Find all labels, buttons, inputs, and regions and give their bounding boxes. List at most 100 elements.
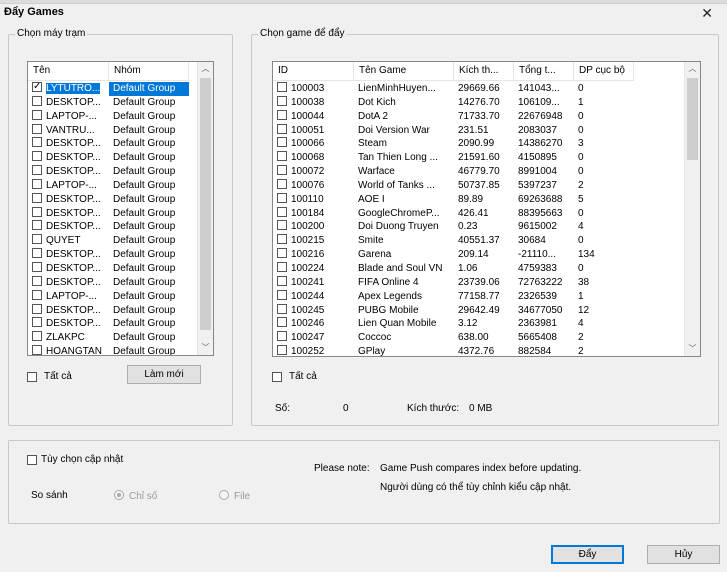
- column-header-local-dp[interactable]: DP cục bộ: [574, 62, 634, 81]
- stations-list[interactable]: Tên Nhóm LYTUTRO...Default GroupDESKTOP.…: [27, 61, 214, 356]
- checkbox-icon[interactable]: [32, 137, 42, 148]
- station-row[interactable]: DESKTOP... Default Group: [28, 275, 189, 290]
- column-header-id[interactable]: ID: [273, 62, 354, 81]
- checkbox-icon[interactable]: [32, 275, 42, 286]
- station-row[interactable]: DESKTOP... Default Group: [28, 248, 189, 262]
- close-icon[interactable]: ✕: [701, 5, 713, 22]
- checkbox-icon[interactable]: [32, 151, 42, 162]
- game-row[interactable]: 100038 Dot Kich 14276.70 106109... 1: [273, 95, 634, 110]
- game-row[interactable]: 100184 GoogleChromeP... 426.41 88395663 0: [273, 206, 634, 221]
- scroll-down-icon[interactable]: ﹀: [685, 342, 700, 356]
- checkbox-icon[interactable]: [277, 289, 287, 300]
- game-row[interactable]: 100224 Blade and Soul VN 1.06 4759383 0: [273, 261, 634, 276]
- checkbox-icon[interactable]: [277, 234, 287, 245]
- checkbox-icon[interactable]: [32, 123, 42, 134]
- refresh-button[interactable]: Làm mới: [127, 365, 201, 384]
- station-row[interactable]: DESKTOP... Default Group: [28, 151, 189, 165]
- game-row[interactable]: 100110 AOE I 89.89 69263688 5: [273, 192, 634, 207]
- checkbox-icon[interactable]: [32, 234, 42, 245]
- checkbox-icon[interactable]: [277, 137, 287, 148]
- game-row[interactable]: 100245 PUBG Mobile 29642.49 34677050 12: [273, 303, 634, 318]
- column-header-total[interactable]: Tổng t...: [514, 62, 574, 81]
- checkbox-icon[interactable]: [32, 95, 42, 106]
- game-row[interactable]: 100244 Apex Legends 77158.77 2326539 1: [273, 289, 634, 304]
- game-row[interactable]: 100216 Garena 209.14 -21110... 134: [273, 248, 634, 262]
- checkbox-icon[interactable]: [32, 331, 42, 342]
- stations-scrollbar[interactable]: ︿ ﹀: [197, 62, 213, 355]
- column-header-game-name[interactable]: Tên Game: [354, 62, 454, 81]
- station-row[interactable]: DESKTOP... Default Group: [28, 192, 189, 207]
- checkbox-icon[interactable]: [277, 275, 287, 286]
- checkbox-icon[interactable]: [27, 454, 37, 465]
- checkbox-icon[interactable]: [32, 220, 42, 231]
- game-row[interactable]: 100044 DotA 2 71733.70 22676948 0: [273, 109, 634, 124]
- update-options-toggle[interactable]: Tùy chọn cập nhật: [27, 454, 123, 465]
- checkbox-icon[interactable]: [32, 165, 42, 176]
- game-row[interactable]: 100076 World of Tanks ... 50737.85 5397237 2: [273, 178, 634, 193]
- station-row[interactable]: DESKTOP... Default Group: [28, 206, 189, 221]
- checkbox-icon[interactable]: [277, 165, 287, 176]
- station-row[interactable]: DESKTOP... Default Group: [28, 220, 189, 234]
- checkbox-icon[interactable]: [277, 178, 287, 189]
- checkbox-icon[interactable]: [32, 345, 42, 355]
- checkbox-icon[interactable]: [32, 289, 42, 300]
- station-row[interactable]: QUYET Default Group: [28, 234, 189, 248]
- checkbox-icon[interactable]: [277, 317, 287, 328]
- radio-icon[interactable]: [219, 490, 229, 500]
- checkbox-icon[interactable]: [277, 151, 287, 162]
- game-row[interactable]: 100003 LienMinhHuyen... 29669.66 141043... 0: [273, 82, 634, 96]
- checkbox-icon[interactable]: [277, 192, 287, 203]
- checkbox-icon[interactable]: [277, 206, 287, 217]
- checkbox-icon[interactable]: [277, 248, 287, 259]
- scroll-thumb[interactable]: [200, 78, 211, 330]
- station-row[interactable]: DESKTOP... Default Group: [28, 261, 189, 276]
- games-scrollbar[interactable]: ︿ ﹀: [684, 62, 700, 356]
- checkbox-icon[interactable]: [277, 95, 287, 106]
- checkbox-icon[interactable]: [32, 192, 42, 203]
- game-row[interactable]: 100215 Smite 40551.37 30684 0: [273, 234, 634, 248]
- checkbox-icon[interactable]: [277, 261, 287, 272]
- column-header-group[interactable]: Nhóm: [109, 62, 189, 81]
- game-row[interactable]: 100241 FIFA Online 4 23739.06 72763222 38: [273, 275, 634, 290]
- scroll-up-icon[interactable]: ︿: [198, 62, 213, 76]
- push-button[interactable]: Đẩy: [551, 545, 624, 564]
- games-list[interactable]: ID Tên Game Kích th... Tổng t... DP cục …: [272, 61, 701, 357]
- checkbox-icon[interactable]: [32, 248, 42, 259]
- checkbox-icon[interactable]: [277, 220, 287, 231]
- checkbox-icon[interactable]: [32, 178, 42, 189]
- checkbox-icon[interactable]: [277, 82, 287, 92]
- column-header-size[interactable]: Kích th...: [454, 62, 514, 81]
- checkbox-icon[interactable]: [272, 371, 282, 382]
- checkbox-icon[interactable]: [27, 371, 37, 382]
- station-row[interactable]: DESKTOP... Default Group: [28, 165, 189, 179]
- checkbox-icon[interactable]: [32, 303, 42, 314]
- checkbox-icon[interactable]: [277, 331, 287, 342]
- game-row[interactable]: 100066 Steam 2090.99 14386270 3: [273, 137, 634, 151]
- checkbox-icon[interactable]: [32, 261, 42, 272]
- radio-index[interactable]: Chỉ số: [114, 490, 157, 502]
- station-row[interactable]: DESKTOP... Default Group: [28, 317, 189, 331]
- station-row[interactable]: DESKTOP... Default Group: [28, 95, 189, 110]
- station-row[interactable]: DESKTOP... Default Group: [28, 137, 189, 151]
- station-row[interactable]: VANTRU... Default Group: [28, 123, 189, 138]
- checkbox-icon[interactable]: [32, 82, 42, 93]
- station-row[interactable]: HOANGTAN Default Group: [28, 345, 189, 355]
- game-row[interactable]: 100068 Tan Thien Long ... 21591.60 4150895 0: [273, 151, 634, 165]
- checkbox-icon[interactable]: [32, 317, 42, 328]
- radio-file[interactable]: File: [219, 490, 250, 502]
- scroll-down-icon[interactable]: ﹀: [198, 341, 213, 355]
- checkbox-icon[interactable]: [277, 345, 287, 356]
- scroll-thumb[interactable]: [687, 78, 698, 160]
- station-row[interactable]: ZLAKPC Default Group: [28, 331, 189, 345]
- scroll-up-icon[interactable]: ︿: [685, 62, 700, 76]
- game-row[interactable]: 100246 Lien Quan Mobile 3.12 2363981 4: [273, 317, 634, 331]
- station-row[interactable]: LYTUTRO... Default Group: [28, 82, 189, 96]
- cancel-button[interactable]: Hủy: [647, 545, 720, 564]
- checkbox-icon[interactable]: [32, 109, 42, 120]
- checkbox-icon[interactable]: [277, 109, 287, 120]
- station-row[interactable]: DESKTOP... Default Group: [28, 303, 189, 318]
- column-header-name[interactable]: Tên: [28, 62, 109, 81]
- station-row[interactable]: LAPTOP-... Default Group: [28, 289, 189, 304]
- station-row[interactable]: LAPTOP-... Default Group: [28, 178, 189, 193]
- game-row[interactable]: 100200 Doi Duong Truyen 0.23 9615002 4: [273, 220, 634, 234]
